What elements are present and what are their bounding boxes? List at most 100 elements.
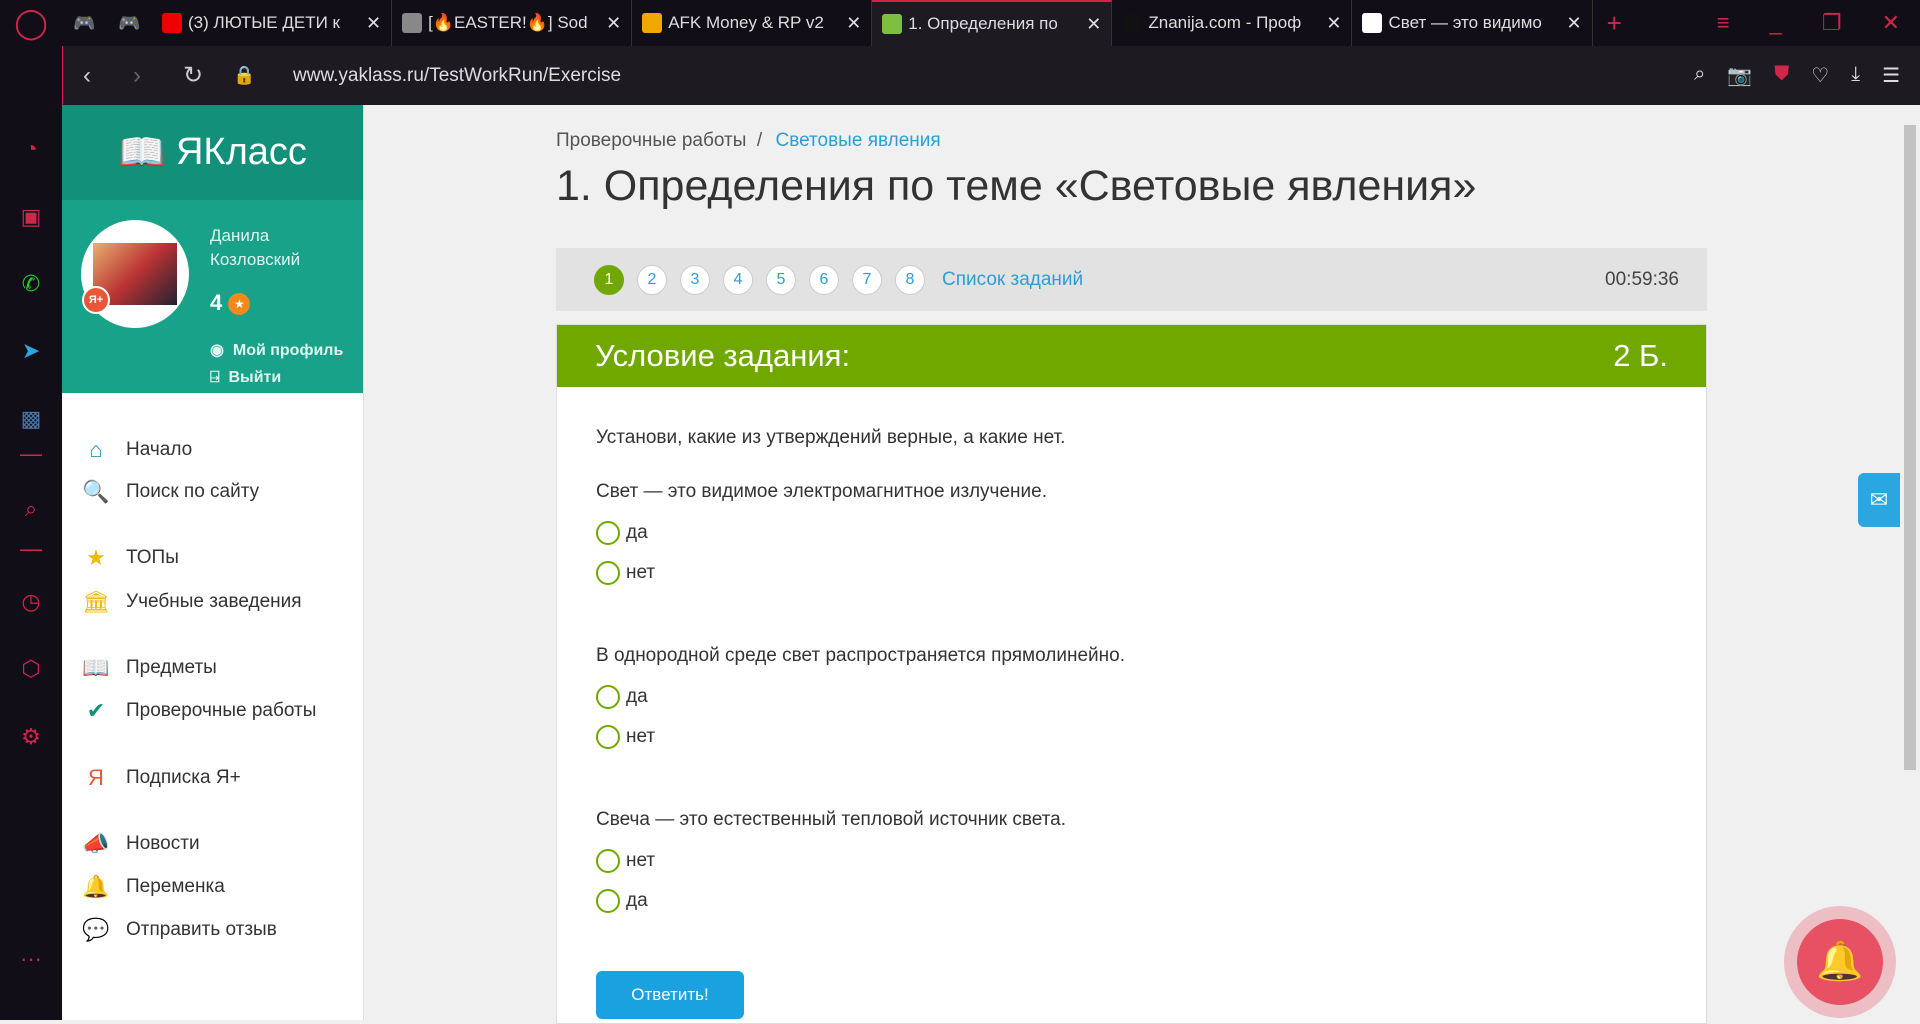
sidebar-item[interactable]: 🔔 Переменка <box>62 872 362 902</box>
radio-button[interactable] <box>596 521 620 545</box>
question-number-button[interactable]: 4 <box>723 264 753 295</box>
easy-setup-icon[interactable]: ☰ <box>1882 63 1900 88</box>
radio-option[interactable]: да <box>596 889 648 913</box>
settings-gear-icon[interactable]: ⚙ <box>0 724 62 750</box>
tab-title: [🔥EASTER!🔥] Sod <box>428 13 588 32</box>
sidebar-item-label: Начало <box>126 439 193 460</box>
question-number-button[interactable]: 7 <box>852 264 882 295</box>
sidebar-item[interactable]: 📖 Предметы <box>62 653 362 683</box>
scrollbar-thumb[interactable] <box>1904 125 1916 770</box>
twitch-icon[interactable]: ▣ <box>0 204 62 230</box>
sidebar-item-icon: 🏛 <box>82 589 110 614</box>
logout-link[interactable]: ⍈ Выйти <box>210 369 281 387</box>
close-tab-icon[interactable]: ✕ <box>1326 13 1341 34</box>
close-tab-icon[interactable]: ✕ <box>846 13 861 34</box>
url-field[interactable]: www.yaklass.ru/TestWorkRun/Exercise <box>293 65 621 87</box>
history-icon[interactable]: ◷ <box>0 589 62 615</box>
reload-button[interactable]: ↻ <box>183 61 213 90</box>
radio-button[interactable] <box>596 685 620 709</box>
sidebar-item[interactable]: ✔ Проверочные работы <box>62 696 362 726</box>
browser-tab[interactable]: (3) ЛЮТЫЕ ДЕТИ к ✕ <box>152 0 393 46</box>
close-tab-icon[interactable]: ✕ <box>1086 14 1101 35</box>
sidebar-item[interactable]: 🏛 Учебные заведения <box>62 587 362 617</box>
sidebar-item[interactable]: ★ ТОПы <box>62 543 362 573</box>
vk-icon[interactable]: ▩ <box>0 406 62 432</box>
my-profile-link[interactable]: ◉ Мой профиль <box>210 340 343 360</box>
speed-dial-icon[interactable]: ◔ <box>0 136 62 162</box>
yaklass-logo[interactable]: 📖 ЯКласс <box>62 105 363 200</box>
question-number-button[interactable]: 5 <box>766 264 796 295</box>
radio-option[interactable]: да <box>596 685 648 709</box>
browser-tab[interactable]: AFK Money & RP v2 ✕ <box>632 0 873 46</box>
forward-button[interactable]: › <box>133 62 163 90</box>
breadcrumb-current[interactable]: Световые явления <box>776 130 941 151</box>
sidebar-item[interactable]: 💬 Отправить отзыв <box>62 915 362 945</box>
tab-favicon-icon <box>402 13 423 33</box>
radio-option[interactable]: нет <box>596 725 655 749</box>
notifications-button[interactable]: 🔔 <box>1784 906 1896 1018</box>
submit-answer-button[interactable]: Ответить! <box>596 971 744 1019</box>
radio-button[interactable] <box>596 849 620 873</box>
minimize-button[interactable]: _ <box>1770 10 1782 36</box>
maximize-button[interactable]: ❐ <box>1822 10 1842 36</box>
back-button[interactable]: ‹ <box>83 62 113 90</box>
question-number-button[interactable]: 2 <box>637 264 667 295</box>
telegram-icon[interactable]: ➤ <box>0 338 62 364</box>
pinned-tab-gamepad-icon[interactable]: 🎮 <box>62 13 107 34</box>
search-page-icon[interactable]: ⌕ <box>1694 63 1705 88</box>
radio-button[interactable] <box>596 725 620 749</box>
snapshot-icon[interactable]: 📷 <box>1727 63 1752 88</box>
close-tab-icon[interactable]: ✕ <box>1566 13 1581 34</box>
whatsapp-icon[interactable]: ✆ <box>0 271 62 297</box>
radio-label: да <box>626 686 648 707</box>
extensions-cube-icon[interactable]: ⬡ <box>0 656 62 682</box>
logo-text: ЯКласс <box>175 131 307 173</box>
radio-button[interactable] <box>596 889 620 913</box>
pinned-tab-gamepad-icon[interactable]: 🎮 <box>107 13 152 34</box>
sidebar-item-icon: ⌂ <box>89 437 103 462</box>
browser-tab[interactable]: Свет — это видимо ✕ <box>1352 0 1593 46</box>
question-number-button[interactable]: 3 <box>680 264 710 295</box>
radio-label: нет <box>626 726 656 747</box>
browser-tab[interactable]: Znanija.com - Проф ✕ <box>1112 0 1353 46</box>
question-number-button[interactable]: 1 <box>594 264 624 295</box>
radio-option[interactable]: нет <box>596 561 655 585</box>
sidebar-item-icon: ✔ <box>86 698 106 723</box>
sidebar-item[interactable]: Я Подписка Я+ <box>62 763 362 793</box>
downloads-icon[interactable]: ⤓ <box>1851 63 1860 88</box>
question-number-button[interactable]: 8 <box>895 264 925 295</box>
radio-option[interactable]: да <box>596 521 648 545</box>
task-list-link[interactable]: Список заданий <box>942 269 1083 291</box>
browser-tab[interactable]: 1. Определения по ✕ <box>872 0 1113 46</box>
radio-button[interactable] <box>596 561 620 585</box>
close-tab-icon[interactable]: ✕ <box>606 13 621 34</box>
feedback-mail-button[interactable]: ✉ <box>1858 473 1900 527</box>
adblock-icon[interactable]: ⛊ <box>1774 63 1789 88</box>
tab-favicon-icon <box>642 13 663 33</box>
new-tab-button[interactable]: + <box>1607 8 1622 39</box>
question-number-button[interactable]: 6 <box>809 264 839 295</box>
sidebar-item[interactable]: 📣 Новости <box>62 829 362 859</box>
radio-option[interactable]: нет <box>596 849 655 873</box>
tab-menu-icon[interactable]: ≡ <box>1717 10 1730 36</box>
scrollbar[interactable] <box>1900 105 1920 1020</box>
close-window-button[interactable]: ✕ <box>1882 10 1900 36</box>
close-tab-icon[interactable]: ✕ <box>366 13 381 34</box>
breadcrumb-link[interactable]: Проверочные работы <box>556 130 746 151</box>
tab-title: AFK Money & RP v2 <box>668 13 824 32</box>
more-icon[interactable]: ··· <box>0 946 62 972</box>
radio-label: да <box>626 890 648 911</box>
opera-menu-icon[interactable]: ◯ <box>0 6 62 41</box>
star-icon: ★ <box>228 293 251 316</box>
sidebar-item-icon: Я <box>88 765 104 790</box>
search-icon[interactable]: ⌕ <box>0 496 62 522</box>
browser-tab[interactable]: [🔥EASTER!🔥] Sod ✕ <box>392 0 633 46</box>
sidebar-item[interactable]: ⌂ Начало <box>62 435 362 465</box>
sidebar-item-icon: 💬 <box>82 917 110 942</box>
sidebar-item[interactable]: 🔍 Поиск по сайту <box>62 477 362 507</box>
sidebar-item-label: Новости <box>126 833 200 854</box>
bookmark-heart-icon[interactable]: ♡ <box>1811 63 1829 88</box>
task-points: 2 Б. <box>1613 338 1668 373</box>
radio-label: нет <box>626 562 656 583</box>
sidebar-item-icon: 🔔 <box>82 874 110 899</box>
